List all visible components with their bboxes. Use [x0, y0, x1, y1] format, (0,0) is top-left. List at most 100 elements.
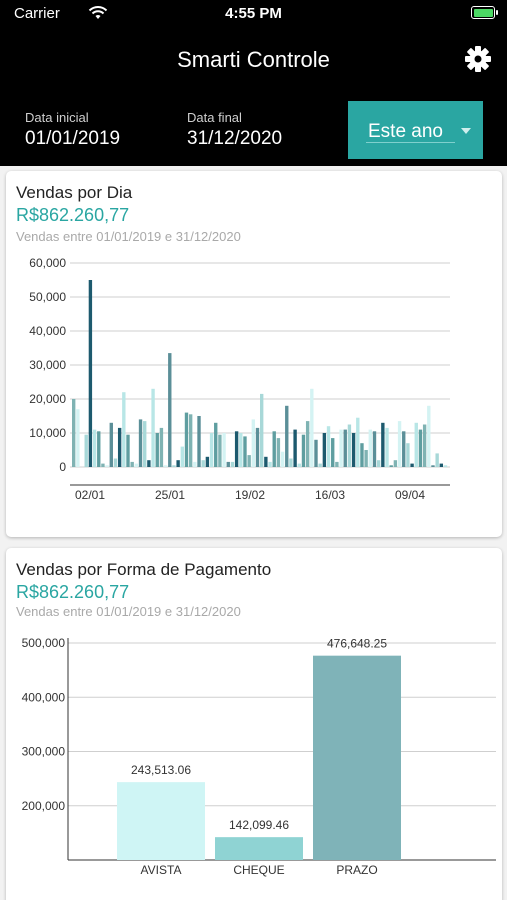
start-date-field[interactable]: Data inicial 01/01/2019: [25, 110, 120, 150]
x-category-label: PRAZO: [336, 863, 377, 877]
end-date-field[interactable]: Data final 31/12/2020: [187, 110, 282, 150]
y-tick-label: 10,000: [29, 426, 66, 440]
daily-bar: [218, 434, 222, 467]
daily-bar: [126, 434, 130, 467]
daily-bar: [230, 461, 235, 467]
y-tick-label: 400,000: [22, 690, 66, 704]
y-tick-label: 200,000: [22, 799, 66, 813]
daily-bar: [410, 463, 414, 467]
daily-bar: [113, 458, 118, 467]
daily-bar: [101, 463, 105, 467]
daily-bar: [84, 434, 88, 467]
daily-bar: [289, 458, 293, 467]
daily-bar: [339, 429, 343, 467]
daily-bar: [422, 424, 427, 467]
daily-bar: [168, 353, 172, 467]
y-tick-label: 60,000: [29, 256, 66, 270]
daily-bar: [188, 414, 193, 467]
daily-bar: [163, 465, 168, 467]
period-select[interactable]: Este ano: [348, 101, 483, 159]
daily-bar: [414, 422, 418, 467]
daily-bar: [431, 465, 435, 467]
payment-bar-avista: [117, 782, 205, 860]
daily-bar: [226, 461, 230, 467]
status-bar: Carrier 4:55 PM: [0, 0, 507, 30]
x-tick-label: 25/01: [155, 488, 185, 502]
status-time: 4:55 PM: [225, 5, 282, 22]
daily-bar: [364, 450, 368, 467]
daily-bar: [193, 461, 197, 467]
daily-bar: [406, 443, 410, 467]
daily-bar: [351, 433, 356, 467]
daily-bar: [314, 439, 318, 467]
gear-icon[interactable]: [465, 46, 491, 72]
daily-bar: [318, 463, 322, 467]
daily-bar: [251, 419, 256, 467]
dropdown-arrow-icon: [461, 128, 471, 134]
daily-bar: [176, 460, 180, 467]
daily-bar: [130, 461, 134, 467]
payment-sales-card: Vendas por Forma de Pagamento R$862.260,…: [6, 548, 502, 900]
y-tick-label: 500,000: [22, 636, 66, 650]
daily-bar: [272, 431, 276, 467]
daily-bar: [347, 424, 352, 467]
daily-bar: [184, 412, 189, 467]
payment-bar-prazo: [313, 655, 401, 860]
daily-bar: [418, 429, 423, 467]
daily-bar: [439, 463, 444, 467]
y-tick-label: 30,000: [29, 358, 66, 372]
daily-bar: [443, 465, 448, 467]
daily-bar: [301, 434, 306, 467]
daily-bar: [143, 421, 147, 467]
daily-bar: [255, 427, 260, 467]
x-tick-label: 19/02: [235, 488, 265, 502]
daily-bar: [389, 465, 393, 467]
bar-value-label: 142,099.46: [229, 818, 289, 832]
end-date-label: Data final: [187, 110, 242, 125]
daily-bar: [247, 455, 251, 467]
x-tick-label: 09/04: [395, 488, 425, 502]
daily-bar: [276, 438, 281, 467]
daily-sales-chart: 0 10,000 20,000 30,000 40,000 50,000 60,000 02/…: [29, 256, 450, 502]
daily-bar: [385, 427, 389, 467]
daily-bar: [264, 456, 268, 467]
daily-bar: [326, 426, 331, 467]
daily-bar: [88, 280, 93, 467]
daily-bar: [147, 460, 151, 467]
daily-bar: [234, 431, 239, 467]
daily-bar: [239, 433, 243, 467]
daily-bar: [335, 461, 339, 467]
y-tick-label: 50,000: [29, 290, 66, 304]
date-range-bar: Data inicial 01/01/2019 Data final 31/12…: [0, 90, 507, 166]
daily-bar: [393, 460, 398, 467]
daily-bar: [105, 465, 109, 467]
y-tick-label: 0: [59, 460, 66, 474]
period-select-underline: [366, 142, 455, 143]
daily-bar: [222, 433, 226, 467]
start-date-label: Data inicial: [25, 110, 89, 125]
daily-bar: [155, 433, 159, 467]
daily-bar: [117, 427, 122, 467]
daily-bar: [285, 405, 289, 467]
x-tick-label: 02/01: [75, 488, 105, 502]
daily-bar: [360, 443, 364, 467]
daily-bar: [435, 453, 439, 467]
y-tick-label: 20,000: [29, 392, 66, 406]
x-category-label: CHEQUE: [233, 863, 284, 877]
daily-bar: [322, 433, 327, 467]
app-header: Smarti Controle: [0, 30, 507, 90]
bar-value-label: 476,648.25: [327, 637, 387, 651]
daily-bar: [260, 393, 264, 467]
daily-bar: [214, 422, 218, 467]
daily-bar: [297, 463, 301, 467]
daily-bar: [201, 460, 205, 467]
daily-bar: [280, 451, 285, 467]
daily-bar: [134, 463, 139, 467]
daily-bar: [205, 456, 210, 467]
period-select-label: Este ano: [368, 121, 443, 142]
app-title: Smarti Controle: [177, 47, 330, 72]
y-tick-label: 40,000: [29, 324, 66, 338]
payment-method-chart: 200,000 300,000 400,000 500,000 243,513.06 AV…: [22, 636, 496, 877]
daily-bar: [397, 421, 402, 467]
daily-bar: [197, 416, 201, 467]
